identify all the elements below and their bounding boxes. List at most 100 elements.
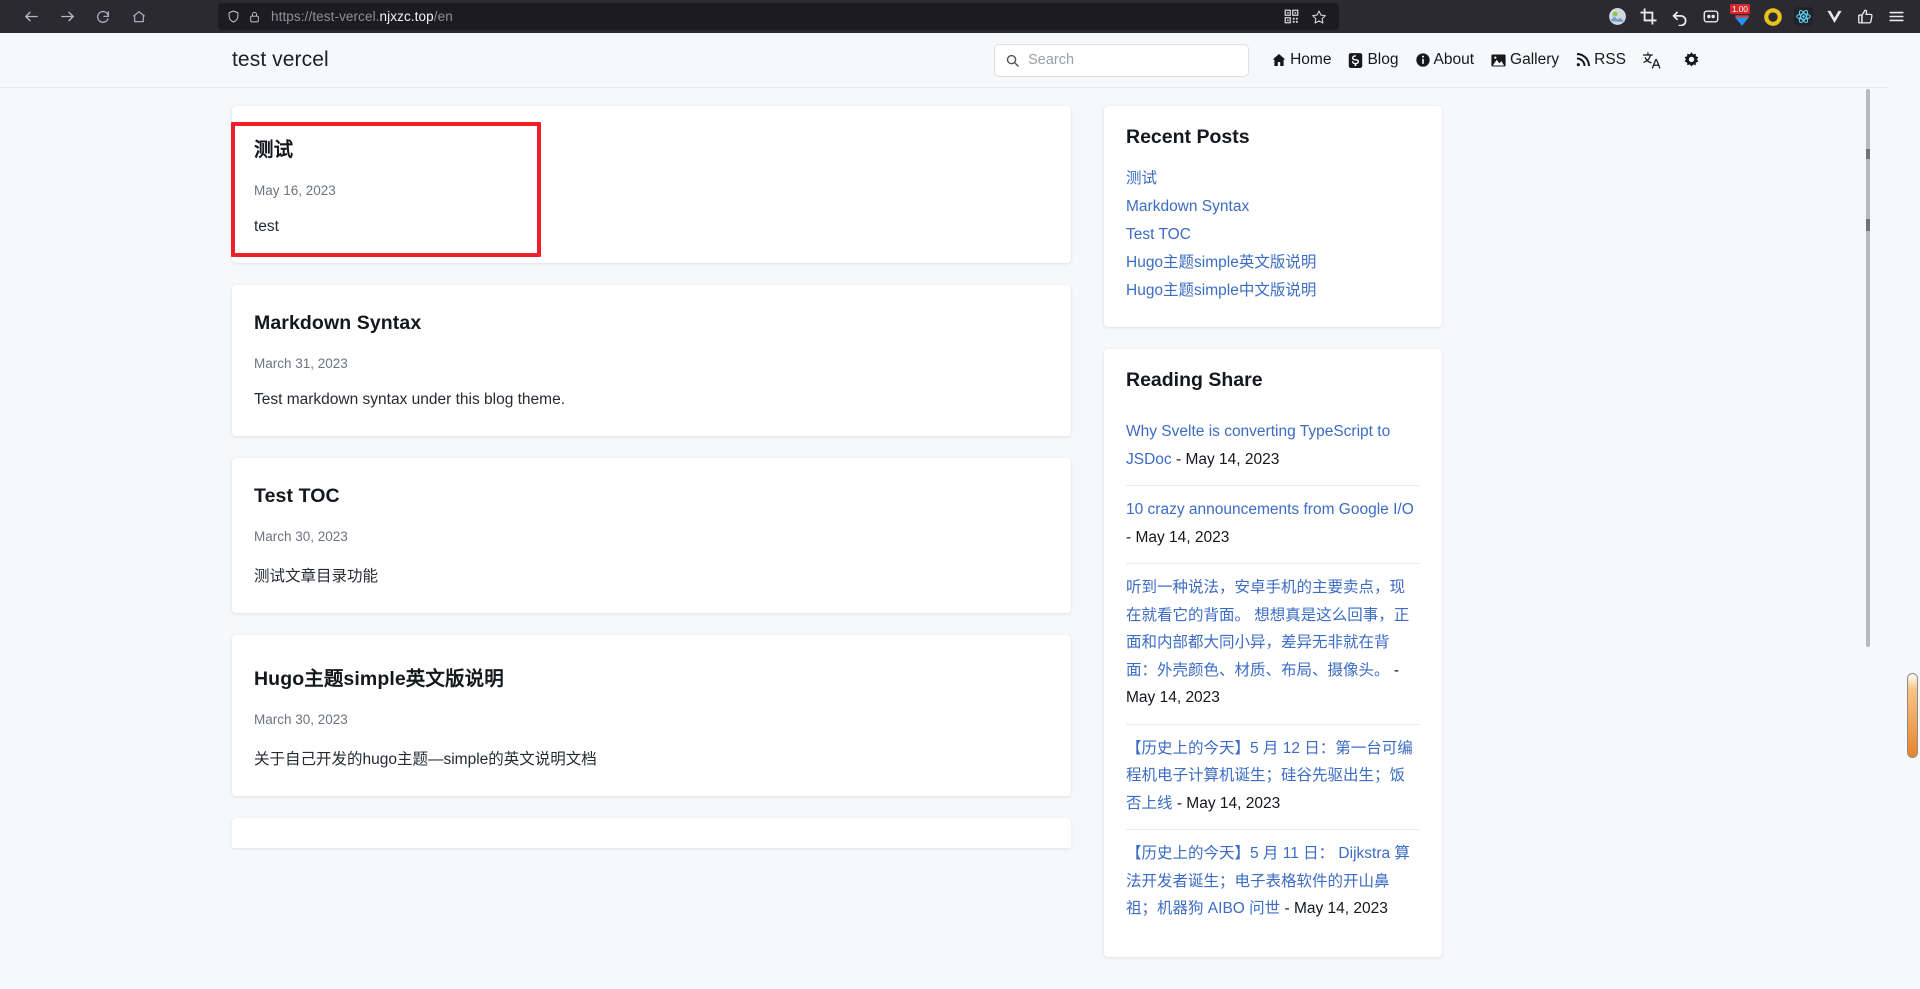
image-icon: [1490, 52, 1507, 69]
info-icon: [1415, 52, 1431, 68]
site-title[interactable]: test vercel: [232, 48, 329, 72]
post-card[interactable]: Test TOC March 30, 2023 测试文章目录功能: [232, 458, 1071, 613]
shield-icon[interactable]: [226, 9, 241, 24]
recent-post-link[interactable]: Hugo主题simple中文版说明: [1126, 277, 1420, 305]
post-list: 测试 May 16, 2023 test Markdown Syntax Mar…: [231, 88, 1071, 979]
reading-share-separator: -: [1280, 900, 1294, 917]
reading-share-item: 听到一种说法，安卓手机的主要卖点，现在就看它的背面。 想想真是这么回事，正面和内…: [1126, 564, 1420, 725]
post-date: March 30, 2023: [254, 529, 348, 544]
profile-avatar[interactable]: [1602, 3, 1633, 31]
reading-share-widget: Reading Share Why Svelte is converting T…: [1104, 349, 1442, 957]
nav-item-label: Gallery: [1510, 51, 1560, 68]
recent-posts-widget: Recent Posts 测试 Markdown Syntax Test TOC…: [1104, 106, 1442, 327]
address-bar[interactable]: https://test-vercel.njxzc.top/en: [218, 3, 1339, 30]
reading-share-item: 【历史上的今天】5 月 12 日：第一台可编程机电子计算机诞生；硅谷先驱出生；饭…: [1126, 725, 1420, 830]
nav-item-label: RSS: [1594, 51, 1626, 68]
sidebar: Recent Posts 测试 Markdown Syntax Test TOC…: [1104, 88, 1442, 979]
post-summary: Test markdown syntax under this blog the…: [254, 391, 566, 408]
recent-post-link[interactable]: 测试: [1126, 165, 1420, 193]
post-date: March 31, 2023: [254, 356, 348, 371]
reading-share-link[interactable]: 10 crazy announcements from Google I/O: [1126, 501, 1414, 518]
home-icon: [1271, 52, 1287, 68]
reading-share-item: Why Svelte is converting TypeScript to J…: [1126, 408, 1420, 486]
post-card[interactable]: 测试 May 16, 2023 test: [231, 106, 1071, 263]
home-icon[interactable]: [122, 3, 156, 31]
post-title[interactable]: Markdown Syntax: [254, 312, 1049, 335]
nav-item-label: About: [1433, 51, 1475, 68]
nav-item-gallery[interactable]: Gallery: [1490, 51, 1559, 69]
lock-icon[interactable]: [248, 10, 261, 24]
site-header: test vercel Home: [0, 33, 1887, 88]
translate-icon: [1642, 51, 1661, 70]
search-box[interactable]: [994, 43, 1250, 77]
reading-share-link[interactable]: 听到一种说法，安卓手机的主要卖点，现在就看它的背面。 想想真是这么回事，正面和内…: [1126, 579, 1409, 679]
search-input[interactable]: [1028, 52, 1239, 68]
forward-arrow-icon[interactable]: [50, 3, 84, 31]
reading-share-item: 【历史上的今天】5 月 11 日： Dijkstra 算法开发者诞生；电子表格软…: [1126, 830, 1420, 935]
page-content: test vercel Home: [0, 33, 1887, 989]
reading-share-date: May 14, 2023: [1185, 450, 1280, 468]
search-icon: [1005, 53, 1020, 68]
star-icon[interactable]: [1311, 9, 1327, 25]
thumbs-up-extension-icon[interactable]: [1850, 3, 1881, 31]
back-arrow-icon[interactable]: [14, 3, 48, 31]
page-scrollbar-thumb[interactable]: [1907, 673, 1918, 758]
page-body: 测试 May 16, 2023 test Markdown Syntax Mar…: [0, 88, 1887, 979]
video-extension-icon[interactable]: 1.00: [1726, 3, 1757, 31]
page-scrollbar-track[interactable]: [1903, 33, 1920, 989]
react-devtools-icon[interactable]: [1788, 3, 1819, 31]
rss-icon: [1575, 52, 1591, 68]
reload-icon[interactable]: [86, 3, 120, 31]
browser-toolbar: https://test-vercel.njxzc.top/en 1.00: [0, 0, 1920, 33]
reading-share-title: Reading Share: [1126, 369, 1263, 391]
extension-toolbar: 1.00: [1602, 3, 1912, 31]
undo-extension-icon[interactable]: [1664, 3, 1695, 31]
gear-icon: [1682, 51, 1701, 70]
recent-post-link[interactable]: Test TOC: [1126, 221, 1420, 249]
nav-item-theme-toggle[interactable]: [1682, 51, 1704, 70]
post-date: March 30, 2023: [254, 712, 348, 727]
post-card[interactable]: Markdown Syntax March 31, 2023 Test mark…: [232, 285, 1071, 436]
recent-post-link[interactable]: Markdown Syntax: [1126, 193, 1420, 221]
reading-share-date: May 14, 2023: [1186, 794, 1281, 812]
post-title[interactable]: Test TOC: [254, 485, 1049, 508]
page-viewport: test vercel Home: [0, 33, 1920, 989]
post-card-partial[interactable]: [232, 818, 1071, 848]
browser-nav-buttons: [14, 3, 156, 31]
inner-scrollbar-thumb[interactable]: [1866, 89, 1870, 647]
nav-item-home[interactable]: Home: [1271, 51, 1331, 69]
vue-devtools-icon[interactable]: [1819, 3, 1850, 31]
crop-extension-icon[interactable]: [1633, 3, 1664, 31]
nav-item-about[interactable]: About: [1415, 51, 1475, 69]
reading-share-date: May 14, 2023: [1126, 689, 1220, 706]
recent-posts-title: Recent Posts: [1126, 126, 1250, 148]
nav-item-label: Blog: [1367, 51, 1399, 68]
nav-item-label: Home: [1290, 51, 1332, 68]
reading-share-separator: -: [1389, 661, 1399, 679]
reading-share-separator: -: [1172, 794, 1187, 812]
post-summary: 测试文章目录功能: [254, 568, 379, 585]
reading-share-item: 10 crazy announcements from Google I/O -…: [1126, 486, 1420, 564]
post-title[interactable]: 测试: [254, 133, 1049, 162]
inner-scrollbar-track[interactable]: [1864, 89, 1870, 647]
reading-share-date: May 14, 2023: [1135, 528, 1230, 546]
post-title[interactable]: Hugo主题simple英文版说明: [254, 662, 1049, 691]
blog-icon: [1347, 52, 1364, 69]
recent-post-link[interactable]: Hugo主题simple英文版说明: [1126, 249, 1420, 277]
ring-extension-icon[interactable]: [1757, 3, 1788, 31]
extension-badge: 1.00: [1730, 3, 1750, 14]
notebook-extension-icon[interactable]: [1695, 3, 1726, 31]
nav-item-blog[interactable]: Blog: [1347, 51, 1399, 69]
url-text: https://test-vercel.njxzc.top/en: [271, 9, 453, 24]
site-nav: Home Blog About: [994, 43, 1704, 77]
nav-item-language[interactable]: [1642, 51, 1664, 70]
qr-code-icon[interactable]: [1284, 9, 1299, 24]
app-menu-icon[interactable]: [1881, 3, 1912, 31]
post-card[interactable]: Hugo主题simple英文版说明 March 30, 2023 关于自己开发的…: [232, 635, 1071, 796]
post-date: May 16, 2023: [254, 183, 336, 198]
nav-item-rss[interactable]: RSS: [1575, 51, 1626, 69]
reading-share-date: May 14, 2023: [1293, 900, 1388, 917]
post-summary: test: [254, 218, 279, 235]
reading-share-separator: -: [1171, 450, 1186, 468]
post-summary: 关于自己开发的hugo主题—simple的英文说明文档: [254, 751, 597, 768]
